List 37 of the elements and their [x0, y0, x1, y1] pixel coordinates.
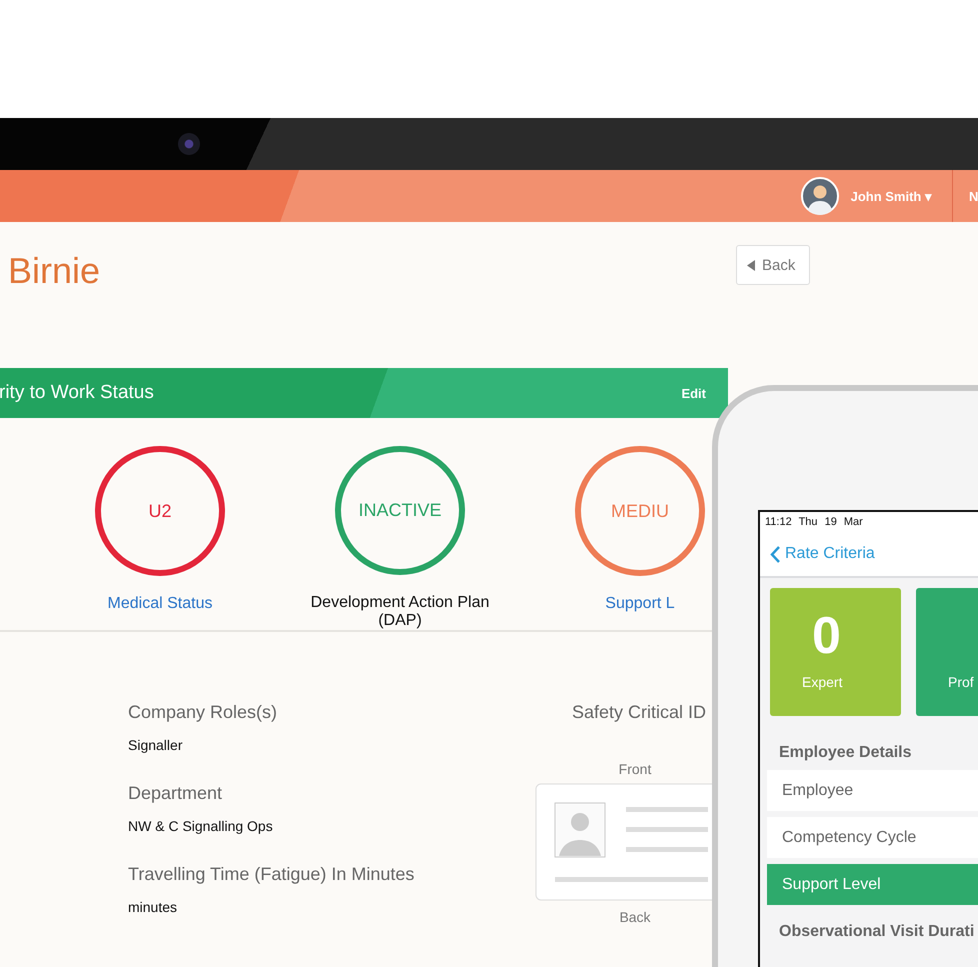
- status-label: Development Action Plan (DAP): [310, 594, 490, 630]
- section-heading: Employee Details: [778, 743, 912, 763]
- id-title: Safety Critical ID: [572, 702, 706, 723]
- status-link[interactable]: Support L: [605, 595, 675, 613]
- status-link[interactable]: Medical Status: [108, 595, 212, 613]
- tile-label: Prof: [948, 674, 974, 690]
- field-label: Department: [128, 783, 224, 804]
- status-ring: INACTIVE: [335, 446, 465, 575]
- status-bar-time: 11:12 Thu 19 Mar: [760, 512, 978, 532]
- tile-label: Expert: [802, 674, 842, 690]
- list-row[interactable]: Competency Cycle: [767, 817, 978, 858]
- score-tile[interactable]: 0 Expert: [770, 588, 901, 716]
- edit-link[interactable]: Edit: [681, 386, 706, 400]
- section-heading: Observational Visit Durati: [778, 922, 976, 941]
- status-ring: U2: [95, 446, 225, 576]
- avatar-icon[interactable]: [800, 177, 839, 215]
- list-row[interactable]: Support Level: [767, 864, 978, 905]
- page-title: Birnie: [8, 250, 100, 292]
- back-link[interactable]: Rate Criteria: [770, 545, 875, 563]
- field-value: NW & C Signalling Ops: [128, 818, 274, 834]
- card-side-label: Front: [618, 761, 652, 777]
- status-ring: MEDIU: [575, 446, 705, 576]
- chevron-left-icon: [770, 546, 780, 562]
- field-label: Travelling Time (Fatigue) In Minutes: [128, 864, 416, 885]
- back-button[interactable]: Back: [736, 245, 810, 285]
- triangle-icon: [747, 260, 755, 270]
- user-menu[interactable]: John Smith ▾: [850, 188, 932, 204]
- field-label: Company Roles(s): [128, 702, 278, 723]
- card-side-label: Back: [619, 909, 651, 925]
- tile-count: 0: [812, 606, 841, 666]
- panel-title: rity to Work Status: [0, 382, 154, 404]
- field-value: minutes: [128, 899, 178, 915]
- camera-icon: [178, 133, 200, 155]
- score-tile[interactable]: Prof: [916, 588, 978, 716]
- header-menu-item[interactable]: N: [969, 188, 978, 204]
- list-row[interactable]: Employee: [767, 770, 978, 811]
- field-value: Signaller: [128, 737, 184, 753]
